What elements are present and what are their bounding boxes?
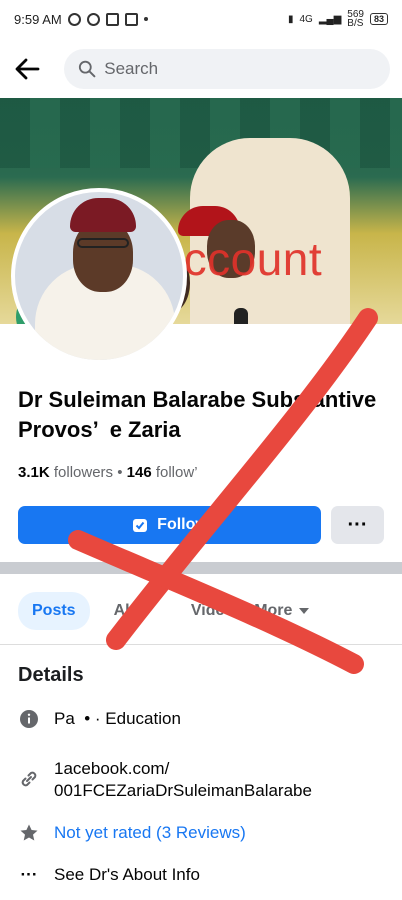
category-row: Pa • · Education <box>18 708 181 730</box>
following-count: 146 <box>126 464 152 481</box>
whatsapp-icon <box>67 12 81 26</box>
link-icon <box>18 768 40 790</box>
page-title: Dr Suleiman Balarabe Substantive Provos’… <box>18 387 377 442</box>
section-divider <box>0 562 402 574</box>
follow-button[interactable]: Follow <box>18 506 321 544</box>
website-row[interactable]: 1acebook.com/ 001FCEZariaDrSuleimanBalar… <box>18 758 312 802</box>
cover-drape <box>0 98 402 168</box>
followers-count: 3.1K <box>18 464 50 481</box>
search-input[interactable] <box>104 59 376 79</box>
caret-down-icon <box>299 608 310 614</box>
more-options-button[interactable]: ··· <box>331 506 384 544</box>
profile-glasses <box>77 238 129 248</box>
follow-check-icon <box>133 519 148 532</box>
signal-icon: ▂▄▆ <box>318 13 342 25</box>
status-time: 9:59 AM <box>14 11 62 27</box>
messenger-icon <box>86 12 100 26</box>
tab-more[interactable]: More <box>254 602 310 620</box>
profile-picture[interactable] <box>11 188 187 364</box>
back-arrow-icon <box>15 58 40 80</box>
ellipsis-icon: ··· <box>20 865 38 884</box>
details-heading: Details <box>18 664 84 686</box>
tab-posts[interactable]: Posts <box>18 592 90 630</box>
tab-videos[interactable]: Video <box>191 602 234 620</box>
tab-about[interactable]: Ab <box>114 602 135 620</box>
category-text: Pa • · Education <box>54 709 181 728</box>
news-icon <box>105 12 119 26</box>
speed-label: 569 B/S <box>347 9 364 29</box>
follow-label: Follow <box>157 516 208 533</box>
vibrate-icon: ▮ <box>287 13 294 25</box>
followers-label: followers <box>53 464 114 481</box>
tab-more-label: More <box>254 602 293 619</box>
top-bar <box>0 46 402 92</box>
battery-icon: 83 <box>369 13 388 25</box>
facebook-icon <box>124 12 138 26</box>
tabs-underline <box>0 644 402 645</box>
separator-dot: • <box>117 464 127 481</box>
star-icon <box>18 822 40 844</box>
rating-text[interactable]: Not yet rated (3 Reviews) <box>54 822 246 844</box>
status-bar: 9:59 AM ▮ 4G ▂▄▆ 569 B/S 83 <box>0 0 402 38</box>
rating-row[interactable]: Not yet rated (3 Reviews) <box>18 822 246 844</box>
notification-dot-icon <box>143 17 148 21</box>
network-label: 4G <box>299 13 313 25</box>
following-label: follow’ <box>155 464 198 481</box>
profile-cap <box>70 198 136 232</box>
info-icon <box>18 708 40 730</box>
about-text[interactable]: See Dr's About Info <box>54 864 200 886</box>
search-icon <box>78 60 96 78</box>
profile-tabs: Posts Ab Video More <box>0 588 402 634</box>
website-line-2[interactable]: 001FCEZariaDrSuleimanBalarabe <box>54 780 312 802</box>
follow-stats[interactable]: 3.1K followers • 146 follow’ <box>18 464 198 481</box>
microphone <box>234 308 248 324</box>
search-bar[interactable] <box>64 49 390 89</box>
about-row[interactable]: ··· See Dr's About Info <box>18 864 200 886</box>
back-button[interactable] <box>12 54 42 84</box>
website-line-1[interactable]: 1acebook.com/ <box>54 758 312 780</box>
